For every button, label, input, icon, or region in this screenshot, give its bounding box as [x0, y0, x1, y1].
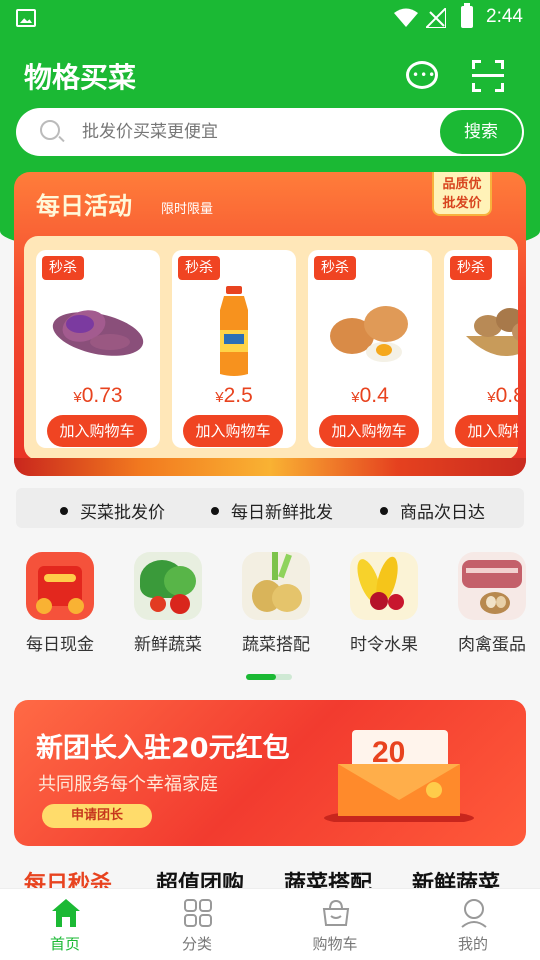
category-daily-cash[interactable]: 每日现金	[10, 552, 110, 655]
nav-label: 购物车	[312, 935, 358, 953]
apply-team-leader-button[interactable]: 申请团长	[42, 804, 152, 828]
feature-item: 商品次日达	[380, 498, 485, 523]
app-title: 物格买菜	[24, 61, 137, 94]
fruit-decoration	[14, 458, 526, 476]
vegetables-icon	[134, 552, 202, 620]
wifi-icon	[394, 8, 418, 27]
category-fresh-vegetables[interactable]: 新鲜蔬菜	[118, 552, 218, 655]
category-pager	[246, 674, 292, 680]
orange-juice-bottle-image	[220, 286, 248, 376]
add-to-cart-button[interactable]: 加入购物车	[47, 415, 147, 447]
scan-icon[interactable]	[472, 60, 504, 92]
nav-profile[interactable]: 我的	[428, 889, 518, 960]
category-vegetable-combo[interactable]: 蔬菜搭配	[226, 552, 326, 655]
red-envelope-icon	[26, 552, 94, 620]
message-icon[interactable]	[406, 61, 438, 89]
home-icon	[52, 899, 80, 927]
daily-activity-card: 每日活动 限时限量 品质优 批发价 秒杀 ¥0.73 加入购物车 秒杀 ¥2.5…	[14, 172, 526, 476]
gallery-notification-icon	[16, 9, 36, 27]
fruit-icon	[350, 552, 418, 620]
product-carousel[interactable]: 秒杀 ¥0.73 加入购物车 秒杀 ¥2.5 加入购物车 秒杀 ¥0.4 加入购…	[24, 236, 518, 460]
add-to-cart-button[interactable]: 加入购物车	[319, 415, 419, 447]
eggs-image	[330, 306, 408, 362]
nav-label: 分类	[181, 935, 212, 953]
search-icon	[40, 120, 60, 140]
team-leader-promo-banner[interactable]: 新团长入驻20元红包 共同服务每个幸福家庭 申请团长 20	[14, 700, 526, 846]
promo-subtitle: 共同服务每个幸福家庭	[38, 774, 218, 795]
category-label: 肉禽蛋品	[458, 635, 526, 655]
nav-label: 首页	[49, 935, 80, 953]
battery-icon	[461, 3, 473, 28]
feature-item: 买菜批发价	[60, 498, 165, 523]
flash-sale-tag: 秒杀	[178, 256, 220, 280]
category-label: 时令水果	[350, 635, 418, 655]
potato-onion-icon	[242, 552, 310, 620]
potatoes-basket-image	[466, 308, 518, 356]
product-card[interactable]: 秒杀 ¥0.8 加入购物车	[444, 250, 518, 448]
pager-active	[246, 674, 276, 680]
category-label: 每日现金	[26, 635, 94, 655]
category-label: 蔬菜搭配	[242, 635, 310, 655]
nav-category[interactable]: 分类	[152, 889, 242, 960]
signal-icon	[426, 8, 446, 28]
feature-item: 每日新鲜批发	[211, 498, 333, 523]
flash-sale-tag: 秒杀	[42, 256, 84, 280]
category-label: 新鲜蔬菜	[134, 635, 202, 655]
grid-icon	[184, 899, 212, 927]
product-card[interactable]: 秒杀 ¥0.73 加入购物车	[36, 250, 160, 448]
bottom-navigation: 首页 分类 购物车 我的	[0, 888, 540, 960]
product-price: ¥0.73	[73, 384, 123, 407]
nav-cart[interactable]: 购物车	[290, 889, 380, 960]
nav-label: 我的	[457, 935, 488, 953]
product-price: ¥0.8	[487, 384, 518, 407]
meat-eggs-icon	[458, 552, 526, 620]
flash-sale-tag: 秒杀	[450, 256, 492, 280]
search-input[interactable]	[82, 118, 422, 146]
status-bar: 2:44	[0, 0, 540, 36]
promo-title: 新团长入驻20元红包	[36, 733, 290, 764]
product-card[interactable]: 秒杀 ¥0.4 加入购物车	[308, 250, 432, 448]
product-price: ¥0.4	[351, 384, 389, 407]
cart-icon	[322, 899, 350, 926]
search-button[interactable]: 搜索	[440, 110, 522, 154]
category-seasonal-fruit[interactable]: 时令水果	[334, 552, 434, 655]
add-to-cart-button[interactable]: 加入购物车	[455, 415, 518, 447]
activity-subtitle: 限时限量	[161, 202, 214, 217]
product-card[interactable]: 秒杀 ¥2.5 加入购物车	[172, 250, 296, 448]
badge-line-2: 批发价	[442, 196, 482, 211]
purple-sweet-potato-image	[52, 310, 144, 356]
status-time: 2:44	[486, 6, 523, 27]
badge-line-1: 品质优	[442, 177, 482, 192]
quality-badge: 品质优 批发价	[432, 172, 492, 216]
nav-home[interactable]: 首页	[20, 889, 110, 960]
product-price: ¥2.5	[215, 384, 253, 407]
envelope-amount: 20	[372, 736, 406, 769]
profile-icon	[461, 899, 487, 928]
flash-sale-tag: 秒杀	[314, 256, 356, 280]
category-meat-eggs[interactable]: 肉禽蛋品	[442, 552, 540, 655]
add-to-cart-button[interactable]: 加入购物车	[183, 415, 283, 447]
activity-title: 每日活动	[36, 192, 132, 220]
